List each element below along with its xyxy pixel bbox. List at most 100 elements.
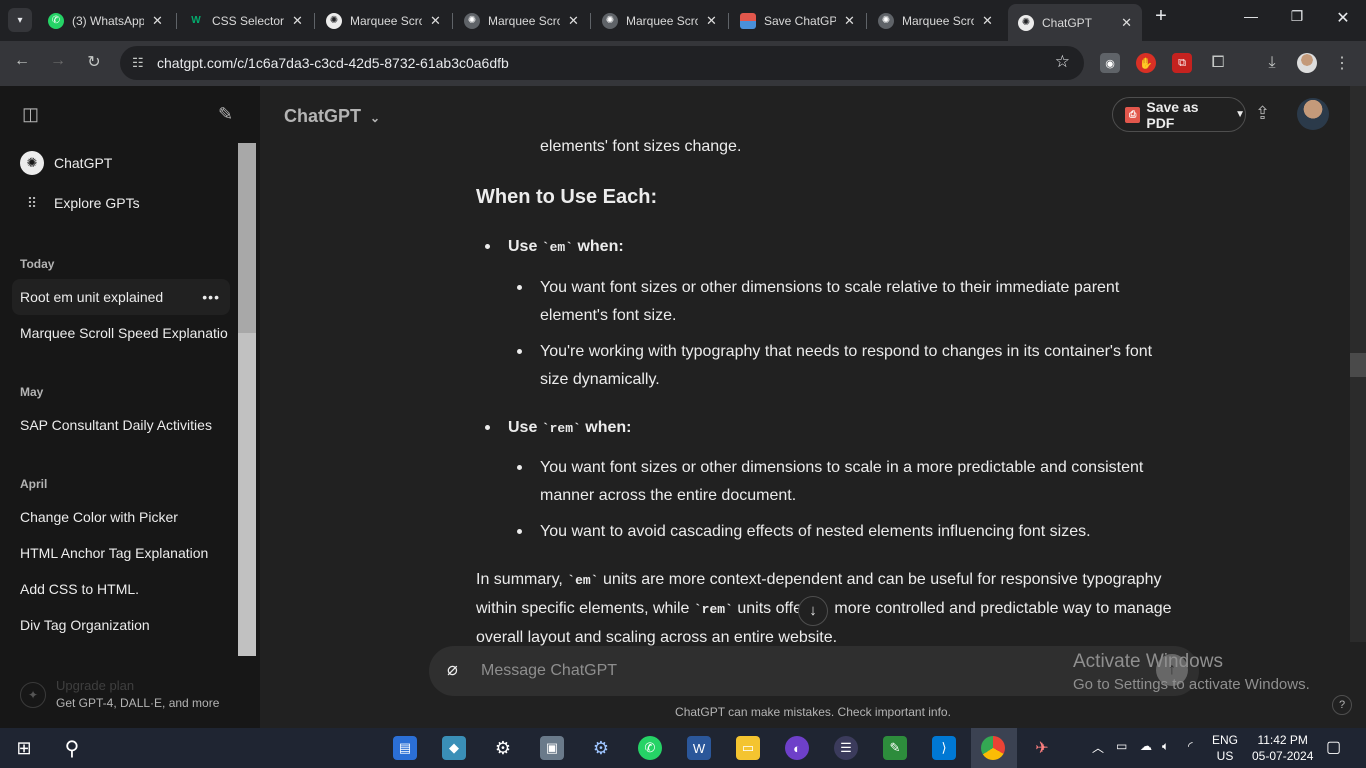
vscode-icon[interactable]: ⟩ (932, 736, 956, 760)
restore-icon[interactable]: ❐ (1282, 8, 1312, 25)
file-explorer-icon[interactable]: ▭ (736, 736, 760, 760)
close-window-icon[interactable]: ✕ (1328, 8, 1358, 28)
volume-icon[interactable]: 🔈︎ (1162, 739, 1169, 754)
minimize-icon[interactable]: — (1236, 8, 1266, 24)
forward-arrow-icon[interactable]: → (46, 52, 70, 70)
chrome-icon[interactable] (981, 736, 1005, 760)
system-clock[interactable]: 11:42 PM 05-07-2024 (1252, 732, 1313, 764)
tab-marquee-4[interactable]: ✺ Marquee Scroll ✕ (868, 6, 1003, 35)
url-text[interactable]: chatgpt.com/c/1c6a7da3-c3cd-42d5-8732-61… (157, 55, 509, 71)
close-tab-icon[interactable]: ✕ (568, 13, 579, 29)
chat-item-color-picker[interactable]: Change Color with Picker (12, 499, 230, 535)
chat-item-marquee[interactable]: Marquee Scroll Speed Explanatio (12, 315, 230, 351)
text: In summary, (476, 571, 568, 588)
scroll-down-arrow-icon[interactable]: ↓ (798, 596, 828, 626)
chevron-down-icon: ⌄ (370, 111, 381, 125)
lang-code: ENG (1212, 733, 1239, 747)
save-as-pdf-button[interactable]: ⎙ Save as PDF ▼ (1112, 97, 1246, 132)
wifi-icon[interactable]: ◜ (1188, 739, 1193, 753)
close-tab-icon[interactable]: ✕ (706, 13, 717, 29)
text: You're working with typography that need… (540, 343, 1153, 360)
settings-gear-icon[interactable]: ⚙ (491, 736, 515, 760)
download-icon[interactable]: ⤓ (1262, 53, 1282, 73)
close-tab-icon[interactable]: ✕ (982, 13, 993, 29)
control-panel-gear-icon[interactable]: ⚙ (589, 736, 613, 760)
new-tab-button[interactable]: + (1146, 5, 1176, 28)
tab-title: (3) WhatsApp (72, 13, 144, 28)
tab-marquee-3[interactable]: ✺ Marquee Scroll ✕ (592, 6, 727, 35)
model-name: ChatGPT (284, 106, 362, 126)
sidebar-item-chatgpt[interactable]: ✺ ChatGPT (12, 145, 230, 181)
more-options-icon[interactable]: ••• (202, 289, 220, 305)
close-tab-icon[interactable]: ✕ (844, 13, 855, 29)
list-item-em: Use `em` when: (508, 233, 624, 262)
incognito-extension-icon[interactable]: ◉ (1100, 53, 1120, 73)
notifications-icon[interactable]: ▢ (1326, 737, 1341, 757)
chevron-up-icon[interactable]: ︿ (1092, 739, 1104, 756)
close-tab-icon[interactable]: ✕ (152, 13, 163, 29)
sidebar-scrollbar[interactable] (238, 143, 256, 656)
tab-search-chevron-icon[interactable]: ▾ (8, 8, 32, 32)
battery-icon[interactable]: ▭ (1116, 739, 1127, 753)
tab-save-chatgpt[interactable]: Save ChatGPT ✕ (730, 6, 865, 35)
chat-title: Marquee Scroll Speed Explanatio (20, 325, 228, 341)
profile-avatar[interactable] (1297, 53, 1317, 73)
chat-item-div-tag[interactable]: Div Tag Organization (12, 607, 230, 643)
bullet (517, 529, 522, 534)
cloud-icon[interactable]: ☁ (1140, 739, 1152, 753)
chat-item-root-em[interactable]: Root em unit explained ••• (12, 279, 230, 315)
close-tab-icon[interactable]: ✕ (292, 13, 303, 29)
text: size dynamically. (540, 371, 660, 388)
language-indicator[interactable]: ENG US (1212, 732, 1238, 764)
tab-divider (728, 13, 729, 29)
section-heading-today: Today (20, 257, 55, 271)
page-scrollbar[interactable] (1350, 86, 1366, 642)
tab-title: CSS Selectors (212, 13, 284, 28)
photos-icon[interactable]: ▣ (540, 736, 564, 760)
paperclip-icon[interactable]: ⌀ (447, 659, 458, 680)
sidebar-item-explore-gpts[interactable]: ⠿ Explore GPTs (12, 185, 230, 221)
share-icon[interactable]: ⇪ (1255, 103, 1270, 124)
adblock-extension-icon[interactable]: ✋ (1136, 53, 1156, 73)
chat-item-sap[interactable]: SAP Consultant Daily Activities (12, 407, 230, 443)
page-scrollbar-thumb[interactable] (1350, 353, 1366, 377)
word-icon[interactable]: W (687, 736, 711, 760)
bookmark-star-icon[interactable]: ☆ (1055, 52, 1070, 72)
help-icon[interactable]: ? (1332, 695, 1352, 715)
chatgpt-icon: ✺ (1018, 14, 1034, 31)
site-info-icon[interactable]: ☷ (132, 55, 144, 71)
tab-whatsapp[interactable]: ✆ (3) WhatsApp ✕ (38, 6, 173, 35)
store-icon[interactable]: ▤ (393, 736, 417, 760)
puzzle-extensions-icon[interactable]: ⧠ (1208, 53, 1228, 73)
toggle-sidebar-icon[interactable]: ◫ (22, 104, 39, 125)
eclipse-icon[interactable]: ☰ (834, 736, 858, 760)
tab-marquee-2[interactable]: ✺ Marquee Scroll ✕ (454, 6, 589, 35)
address-bar[interactable]: ☷ chatgpt.com/c/1c6a7da3-c3cd-42d5-8732-… (120, 46, 1084, 80)
search-icon[interactable]: ⚲ (60, 736, 84, 760)
close-tab-icon[interactable]: ✕ (430, 13, 441, 29)
reload-icon[interactable]: ↻ (82, 52, 106, 72)
list-item: You want font sizes or other dimensions … (540, 454, 1170, 510)
tab-css-selectors[interactable]: W CSS Selectors ✕ (178, 6, 313, 35)
windows-start-icon[interactable]: ⊞ (12, 736, 36, 760)
tab-chatgpt-active[interactable]: ✺ ChatGPT ✕ (1008, 4, 1142, 41)
browser-menu-icon[interactable]: ⋮ (1332, 53, 1352, 73)
model-selector[interactable]: ChatGPT ⌄ (284, 106, 380, 127)
sidebar-scrollbar-thumb[interactable] (238, 143, 256, 333)
tab-marquee-1[interactable]: ✺ Marquee Scroll ✕ (316, 6, 451, 35)
whatsapp-icon[interactable]: ✆ (638, 736, 662, 760)
github-desktop-icon[interactable]: ◐ (785, 736, 809, 760)
chat-item-add-css[interactable]: Add CSS to HTML. (12, 571, 230, 607)
notepad-icon[interactable]: ✎ (883, 736, 907, 760)
app-fish-icon[interactable]: ✈ (1030, 736, 1054, 760)
app-icon[interactable]: ◆ (442, 736, 466, 760)
message-input[interactable]: Message ChatGPT (481, 662, 617, 680)
list-item: You're working with typography that need… (540, 338, 1170, 394)
pdf-save-extension-icon[interactable]: ⧉ (1172, 53, 1192, 73)
new-chat-icon[interactable]: ✎ (218, 104, 233, 125)
back-arrow-icon[interactable]: ← (10, 52, 34, 70)
avatar[interactable] (1297, 98, 1329, 130)
disclaimer-text: ChatGPT can make mistakes. Check importa… (675, 705, 951, 719)
close-tab-icon[interactable]: ✕ (1121, 15, 1132, 31)
chat-item-anchor-tag[interactable]: HTML Anchor Tag Explanation (12, 535, 230, 571)
